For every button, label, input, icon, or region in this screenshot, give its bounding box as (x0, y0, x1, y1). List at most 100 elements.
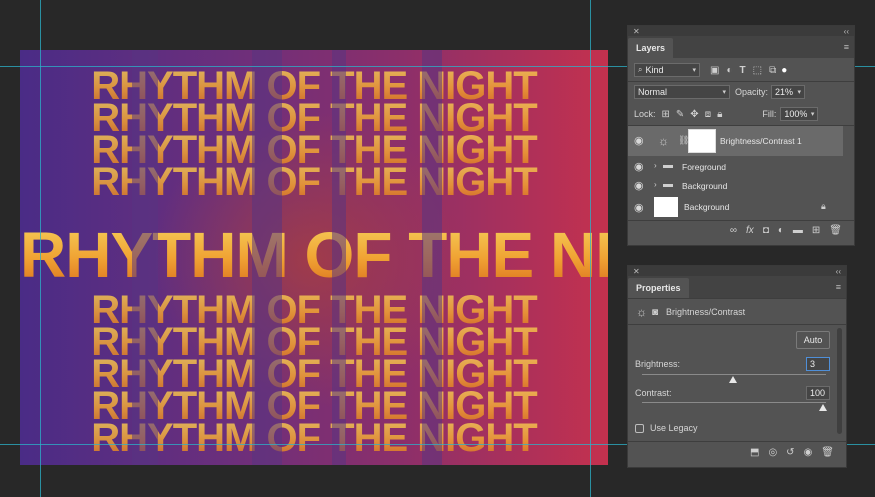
use-legacy-checkbox[interactable] (635, 423, 644, 433)
fill-label: Fill: (762, 109, 777, 119)
auto-button[interactable]: Auto (796, 331, 830, 349)
visibility-eye-icon[interactable]: ◉ (804, 447, 813, 458)
filter-shape-icon[interactable]: ⬚ (753, 65, 762, 76)
layer-name: Background (682, 181, 728, 191)
fill-input[interactable]: 100% ▾ (780, 107, 819, 121)
view-previous-icon[interactable]: ◎ (768, 447, 777, 458)
chevron-down-icon: ▾ (810, 111, 815, 118)
adjustment-icon[interactable]: ◐ (778, 225, 784, 236)
lock-transparency-icon[interactable]: ⊞ (662, 109, 670, 120)
blend-mode-select[interactable]: Normal ▾ (634, 85, 730, 99)
lock-label: Lock: (634, 109, 656, 119)
use-legacy-label: Use Legacy (650, 423, 698, 433)
adjustment-header: ☼ ◙ Brightness/Contrast (636, 305, 745, 319)
folder-icon: ▬ (663, 160, 673, 171)
fx-icon[interactable]: fx (746, 225, 754, 236)
lock-brush-icon[interactable]: ✎ (676, 109, 684, 120)
vertical-overlay-bar (332, 50, 346, 465)
brightness-input[interactable]: 3 (806, 357, 830, 371)
panel-tabs: Properties ≡ (628, 276, 846, 298)
reset-icon[interactable]: ↺ (786, 447, 794, 458)
chevron-right-icon[interactable]: › (654, 180, 657, 189)
layer-name: Foreground (682, 162, 726, 172)
adjustment-name: Brightness/Contrast (666, 307, 746, 317)
blend-mode-value: Normal (638, 87, 668, 97)
filter-kind-select[interactable]: ⌕ Kind ▾ (634, 63, 700, 77)
brightness-adjustment-icon: ☼ (658, 134, 669, 148)
filter-kind-label: Kind (645, 65, 664, 75)
chevron-right-icon[interactable]: › (654, 161, 657, 170)
close-icon[interactable]: ✕ (633, 267, 640, 276)
tab-properties[interactable]: Properties (628, 278, 689, 298)
main-title-text: RHYTHM OF THE NIGHT (20, 218, 608, 292)
layer-row-background[interactable]: ◉ Background 🔒︎ (628, 196, 843, 218)
brightness-slider-thumb[interactable] (729, 376, 737, 383)
scrollbar[interactable] (837, 328, 842, 434)
panel-titlebar[interactable]: ✕ ‹‹ (628, 26, 854, 36)
filter-adjustment-icon[interactable]: ◐ (726, 65, 732, 76)
lock-move-icon[interactable]: ✥ (690, 109, 698, 120)
guide-line (590, 0, 591, 497)
visibility-eye-icon[interactable]: ◉ (634, 179, 644, 192)
layer-thumbnail (654, 197, 678, 217)
divider (628, 81, 854, 82)
tab-layers[interactable]: Layers (628, 38, 674, 58)
properties-panel: ✕ ‹‹ Properties ≡ ☼ ◙ Brightness/Contras… (627, 265, 847, 468)
lock-artboard-icon[interactable]: ⧈ (705, 109, 711, 120)
contrast-input[interactable]: 100 (806, 386, 830, 400)
opacity-value: 21% (775, 87, 794, 97)
lock-all-icon[interactable]: 🔒︎ (717, 109, 722, 120)
layers-panel: ✕ ‹‹ Layers ≡ ⌕ Kind ▾ ▣ ◐ T ⬚ ⧉ ● Norma… (627, 25, 855, 246)
layer-name: Brightness/Contrast 1 (720, 136, 802, 146)
contrast-slider-track[interactable] (642, 402, 826, 403)
panel-titlebar[interactable]: ✕ ‹‹ (628, 266, 846, 276)
lock-row: Lock: ⊞ ✎ ✥ ⧈ 🔒︎ Fill: 100% ▾ (634, 107, 850, 121)
use-legacy-row: Use Legacy (635, 423, 698, 433)
collapse-icon[interactable]: ‹‹ (844, 27, 849, 36)
repeated-title-text: RHYTHM OF THE NIGHT (20, 160, 608, 205)
brightness-label: Brightness: (635, 359, 681, 369)
visibility-eye-icon[interactable]: ◉ (634, 201, 644, 214)
divider (628, 324, 846, 325)
layer-mask-thumbnail[interactable] (688, 129, 716, 153)
trash-icon[interactable]: 🗑︎ (829, 225, 842, 236)
visibility-eye-icon[interactable]: ◉ (634, 134, 644, 147)
brightness-value: 3 (810, 359, 816, 369)
lock-icon: 🔒︎ (821, 201, 826, 211)
fill-value: 100% (784, 109, 808, 119)
document-canvas[interactable]: RHYTHM OF THE NIGHT RHYTHM OF THE NIGHT … (20, 50, 608, 465)
search-icon: ⌕ (638, 65, 643, 74)
layer-name: Background (684, 202, 730, 212)
new-layer-icon[interactable]: ⊞ (812, 225, 820, 236)
filter-type-icon[interactable]: T (740, 65, 746, 76)
collapse-icon[interactable]: ‹‹ (836, 267, 841, 276)
hamburger-icon[interactable]: ≡ (836, 282, 841, 292)
vertical-overlay-bar (252, 50, 282, 465)
brightness-slider-track[interactable] (642, 374, 826, 375)
filter-toggle-icon[interactable]: ● (781, 65, 787, 76)
layer-row-foreground[interactable]: ◉ › ▬ Foreground (628, 157, 843, 176)
filter-pixel-icon[interactable]: ▣ (710, 65, 719, 76)
hamburger-icon[interactable]: ≡ (844, 42, 849, 52)
contrast-slider-thumb[interactable] (819, 404, 827, 411)
folder-icon: ▬ (663, 179, 673, 190)
trash-icon[interactable]: 🗑︎ (821, 447, 834, 458)
clip-to-layer-icon[interactable]: ⬒ (750, 447, 759, 458)
close-icon[interactable]: ✕ (633, 27, 640, 36)
layer-row-background-group[interactable]: ◉ › ▬ Background (628, 176, 843, 195)
blend-row: Normal ▾ Opacity: 21% ▾ (634, 85, 850, 99)
brightness-adjustment-icon: ☼ (636, 305, 647, 319)
opacity-input[interactable]: 21% ▾ (771, 85, 806, 99)
panel-tabs: Layers ≡ (628, 36, 854, 58)
mask-icon[interactable]: ◘ (763, 225, 769, 236)
folder-icon[interactable]: ▬ (793, 225, 803, 236)
link-icon[interactable]: ∞ (730, 225, 737, 236)
visibility-eye-icon[interactable]: ◉ (634, 160, 644, 173)
contrast-value: 100 (810, 388, 826, 398)
opacity-label: Opacity: (735, 87, 769, 97)
filter-row: ⌕ Kind ▾ ▣ ◐ T ⬚ ⧉ ● (634, 63, 850, 77)
mask-icon[interactable]: ◙ (652, 307, 658, 318)
layer-row-brightness-contrast[interactable]: ◉ ☼ ⛓ Brightness/Contrast 1 (628, 126, 843, 156)
filter-smart-object-icon[interactable]: ⧉ (769, 65, 776, 76)
contrast-label: Contrast: (635, 388, 672, 398)
